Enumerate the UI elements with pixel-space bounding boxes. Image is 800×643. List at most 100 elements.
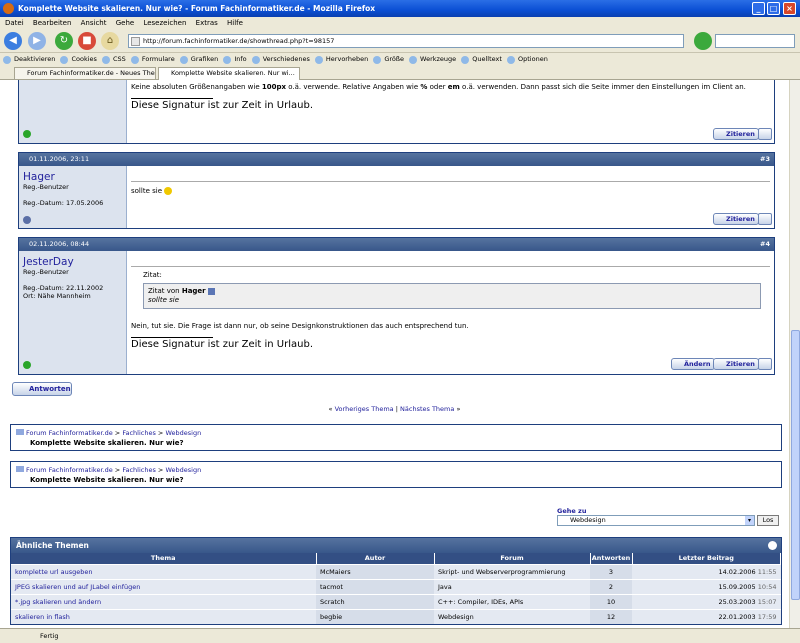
quote-button[interactable]: Zitieren [713, 128, 759, 140]
similar-threads: Ähnliche Themen Thema Autor Forum Antwor… [10, 537, 782, 625]
smiley-icon [164, 187, 173, 195]
table-row: skalieren in flash begbie Webdesign 12 2… [11, 608, 781, 624]
post-4: 02.11.2006, 08:44 #4 JesterDay Reg.-Benu… [18, 237, 775, 375]
chevron-down-icon: ▾ [745, 516, 754, 525]
search-input[interactable] [715, 34, 795, 48]
menu-bar: Datei Bearbeiten Ansicht Gehe Lesezeiche… [0, 17, 800, 29]
menu-ansicht[interactable]: Ansicht [81, 19, 107, 27]
table-row: JPEG skalieren und auf JLabel einfügen t… [11, 578, 781, 594]
tab-bar: Forum Fachinformatiker.de - Neues Thema … [0, 66, 800, 80]
thread-link[interactable]: JPEG skalieren und auf JLabel einfügen [15, 583, 140, 591]
user-title: Reg.-Benutzer [23, 183, 69, 191]
view-post-icon[interactable] [207, 287, 215, 295]
goto-button[interactable]: Los [757, 515, 779, 526]
thread-link[interactable]: skalieren in flash [15, 613, 70, 621]
menu-datei[interactable]: Datei [5, 19, 24, 27]
toolbar-verschiedenes[interactable]: Verschiedenes [251, 53, 310, 66]
edit-button[interactable]: Ändern [671, 358, 715, 370]
post-icon [131, 255, 770, 267]
post-icon [131, 170, 770, 182]
quote-button[interactable]: Zitieren [713, 213, 759, 225]
stop-icon[interactable]: ■ [78, 32, 96, 50]
maximize-button[interactable]: □ [767, 2, 780, 15]
username[interactable]: Hager [23, 171, 126, 183]
previous-thread-link[interactable]: Vorheriges Thema [335, 405, 394, 413]
tab-current-thread[interactable]: Komplette Website skalieren. Nur wi... [158, 67, 300, 80]
breadcrumb-forum[interactable]: Forum Fachinformatiker.de [26, 466, 113, 474]
column-header-thema: Thema [11, 553, 317, 564]
quote-box: Zitat von Hager sollte sie [143, 283, 761, 309]
url-field[interactable]: http://forum.fachinformatiker.de/showthr… [128, 34, 684, 48]
post-number[interactable]: #4 [760, 238, 770, 251]
thread-link[interactable]: *.jpg skalieren und ändern [15, 598, 101, 606]
signature-divider [131, 98, 213, 99]
firefox-icon [3, 3, 14, 14]
reload-icon[interactable]: ↻ [55, 32, 73, 50]
signature: Diese Signatur ist zur Zeit in Urlaub. [131, 100, 314, 111]
user-location: Ort: Nähe Mannheim [23, 292, 91, 300]
post-3: 01.11.2006, 23:11 #3 Hager Reg.-Benutzer… [18, 152, 775, 229]
quote-label: Zitat: [143, 271, 162, 279]
toolbar-werkzeuge[interactable]: Werkzeuge [409, 53, 456, 66]
similar-threads-table: Thema Autor Forum Antworten Letzter Beit… [11, 553, 781, 624]
online-status-icon [23, 361, 31, 369]
toolbar-css[interactable]: CSS [102, 53, 126, 66]
status-bar: Fertig [0, 628, 800, 643]
multiquote-icon[interactable] [758, 358, 772, 370]
multiquote-icon[interactable] [758, 213, 772, 225]
forward-icon[interactable]: ▶ [28, 32, 46, 50]
thread-navigation: « Vorheriges Thema | Nächstes Thema » [328, 405, 461, 413]
menu-lesezeichen[interactable]: Lesezeichen [143, 19, 186, 27]
goto-select[interactable]: Webdesign ▾ [557, 515, 755, 526]
post-number[interactable]: #3 [760, 153, 770, 166]
window-title: Komplette Website skalieren. Nur wie? - … [18, 4, 376, 13]
offline-status-icon [23, 216, 31, 224]
toolbar-optionen[interactable]: Optionen [507, 53, 548, 66]
online-status-icon [23, 130, 31, 138]
breadcrumb-subforum[interactable]: Webdesign [165, 429, 201, 437]
breadcrumb-subforum[interactable]: Webdesign [165, 466, 201, 474]
post-date: 02.11.2006, 08:44 [29, 240, 90, 248]
close-button[interactable]: × [783, 2, 796, 15]
vertical-scrollbar[interactable] [789, 80, 800, 628]
page-favicon [131, 37, 140, 46]
menu-bearbeiten[interactable]: Bearbeiten [33, 19, 71, 27]
back-icon[interactable]: ◀ [4, 32, 22, 50]
toolbar-grafiken[interactable]: Grafiken [179, 53, 218, 66]
post-message: sollte sie [131, 170, 770, 196]
tab-new-thread[interactable]: Forum Fachinformatiker.de - Neues Thema … [14, 67, 156, 80]
toolbar-deaktivieren[interactable]: Deaktivieren [3, 53, 55, 66]
breadcrumb: Forum Fachinformatiker.de > Fachliches >… [10, 461, 782, 488]
menu-gehe[interactable]: Gehe [116, 19, 134, 27]
toolbar-formulare[interactable]: Formulare [130, 53, 175, 66]
toolbar-quelltext[interactable]: Quelltext [461, 53, 502, 66]
next-thread-link[interactable]: Nächstes Thema [400, 405, 454, 413]
minimize-button[interactable]: _ [752, 2, 765, 15]
collapse-icon[interactable] [768, 541, 777, 550]
goto-label: Gehe zu [557, 507, 587, 515]
breadcrumb-thread-title: Komplette Website skalieren. Nur wie? [30, 476, 184, 484]
breadcrumb-forum[interactable]: Forum Fachinformatiker.de [26, 429, 113, 437]
window-titlebar: Komplette Website skalieren. Nur wie? - … [0, 0, 800, 17]
breadcrumb-category[interactable]: Fachliches [122, 466, 156, 474]
quote-button[interactable]: Zitieren [713, 358, 759, 370]
toolbar-hervorheben[interactable]: Hervorheben [314, 53, 368, 66]
column-header-antworten: Antworten [590, 553, 633, 564]
scrollbar-thumb[interactable] [791, 330, 800, 600]
post-1: Keine absoluten Größenangaben wie 100px … [18, 80, 775, 144]
thread-link[interactable]: komplette url ausgeben [15, 568, 92, 576]
home-icon[interactable]: ⌂ [101, 32, 119, 50]
breadcrumb-category[interactable]: Fachliches [122, 429, 156, 437]
username[interactable]: JesterDay [23, 256, 126, 268]
user-regdate: Reg.-Datum: 17.05.2006 [23, 199, 104, 207]
toolbar-info[interactable]: Info [223, 53, 247, 66]
go-icon[interactable] [694, 32, 712, 50]
toolbar-cookies[interactable]: Cookies [60, 53, 97, 66]
reply-button[interactable]: Antworten [12, 382, 72, 396]
menu-extras[interactable]: Extras [196, 19, 218, 27]
toolbar-groesse[interactable]: Größe [373, 53, 404, 66]
table-row: komplette url ausgeben McMaiers Skript- … [11, 563, 781, 579]
multiquote-icon[interactable] [758, 128, 772, 140]
breadcrumb: Forum Fachinformatiker.de > Fachliches >… [10, 424, 782, 451]
menu-hilfe[interactable]: Hilfe [227, 19, 243, 27]
